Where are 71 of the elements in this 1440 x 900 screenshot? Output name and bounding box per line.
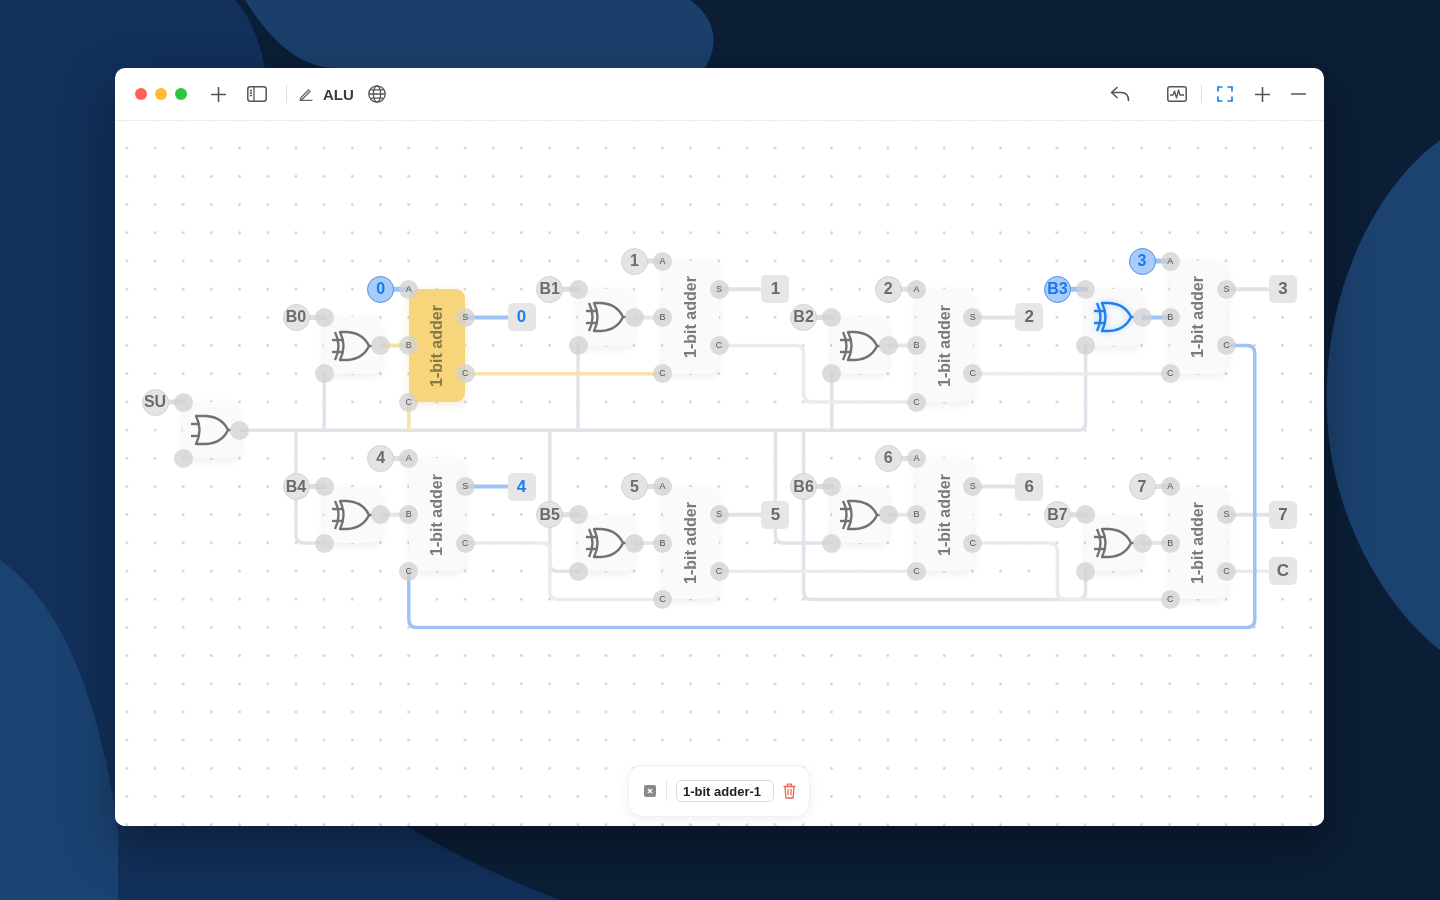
globe-icon[interactable] — [367, 85, 386, 103]
port-icon[interactable] — [568, 279, 588, 299]
input-pin[interactable]: B7 — [1043, 501, 1071, 529]
adder-port[interactable]: A — [653, 251, 673, 271]
adder-port[interactable]: A — [1160, 477, 1180, 497]
input-pin[interactable]: B5 — [536, 501, 564, 529]
input-pin[interactable]: 2 — [874, 275, 902, 303]
adder-port[interactable]: A — [906, 448, 926, 468]
close-icon[interactable] — [644, 785, 656, 797]
port-icon[interactable] — [822, 307, 842, 327]
port-icon[interactable] — [568, 505, 588, 525]
input-pin[interactable]: 4 — [367, 444, 395, 472]
port-icon[interactable] — [173, 448, 193, 468]
output-pin: 4 — [507, 472, 536, 501]
port-icon[interactable] — [314, 307, 334, 327]
port-icon[interactable] — [314, 364, 334, 384]
output-pin: 6 — [1015, 472, 1044, 501]
window-close-icon[interactable] — [135, 88, 147, 100]
input-pin[interactable]: B6 — [790, 473, 818, 501]
input-pin[interactable]: B1 — [536, 275, 564, 303]
window-minimize-icon[interactable] — [155, 88, 167, 100]
port-icon[interactable] — [822, 477, 842, 497]
adder-port[interactable]: A — [399, 448, 419, 468]
adder-port[interactable]: C — [1160, 589, 1180, 609]
sidebar-icon[interactable] — [247, 86, 267, 102]
adder-port[interactable]: C — [399, 561, 419, 581]
adder-port[interactable]: C — [653, 364, 673, 384]
input-pin[interactable]: 7 — [1128, 473, 1156, 501]
input-pin[interactable]: 5 — [620, 473, 648, 501]
adder-port[interactable]: A — [906, 279, 926, 299]
output-pin: 0 — [507, 303, 536, 332]
minus-icon[interactable] — [1291, 93, 1306, 95]
port-icon[interactable] — [822, 533, 842, 553]
plus-icon[interactable] — [211, 86, 226, 102]
port-icon[interactable] — [173, 392, 193, 412]
port-icon[interactable] — [822, 364, 842, 384]
adder-port[interactable]: A — [653, 477, 673, 497]
curved-arrow-icon[interactable] — [1110, 86, 1130, 102]
output-pin: 5 — [761, 500, 790, 529]
adder-port[interactable]: B — [906, 505, 926, 525]
port-icon[interactable] — [1076, 279, 1096, 299]
port-icon[interactable] — [1076, 561, 1096, 581]
adder-port[interactable]: A — [1160, 251, 1180, 271]
adder-port[interactable]: C — [1160, 364, 1180, 384]
input-pin[interactable]: B2 — [790, 303, 818, 331]
plus-icon[interactable] — [1255, 86, 1270, 102]
window-zoom-icon[interactable] — [175, 88, 187, 100]
pencil-icon[interactable] — [299, 87, 313, 101]
pulse-monitor-icon[interactable] — [1167, 86, 1187, 102]
output-pin: 3 — [1269, 275, 1297, 304]
adder-port[interactable]: B — [906, 336, 926, 356]
input-pin[interactable]: SU — [141, 388, 169, 416]
adder-port[interactable]: C — [653, 589, 673, 609]
input-pin[interactable]: B4 — [282, 473, 310, 501]
output-pin: C — [1269, 557, 1297, 586]
name-field[interactable]: 1-bit adder-1 — [676, 780, 774, 802]
output-pin: 2 — [1015, 303, 1044, 332]
port-icon[interactable] — [568, 336, 588, 356]
trash-icon[interactable] — [783, 783, 796, 799]
port-icon[interactable] — [314, 477, 334, 497]
output-pin: 1 — [761, 275, 790, 304]
adder-port[interactable]: A — [399, 279, 419, 299]
input-pin[interactable]: 1 — [620, 247, 648, 275]
window-title: ALU — [323, 85, 354, 103]
port-icon[interactable] — [1076, 336, 1096, 356]
output-pin: 7 — [1269, 500, 1297, 529]
fullscreen-icon[interactable] — [1217, 86, 1233, 102]
input-pin[interactable]: B0 — [282, 303, 310, 331]
port-icon[interactable] — [1076, 505, 1096, 525]
input-pin[interactable]: 6 — [874, 444, 902, 472]
adder-port[interactable]: C — [399, 392, 419, 412]
